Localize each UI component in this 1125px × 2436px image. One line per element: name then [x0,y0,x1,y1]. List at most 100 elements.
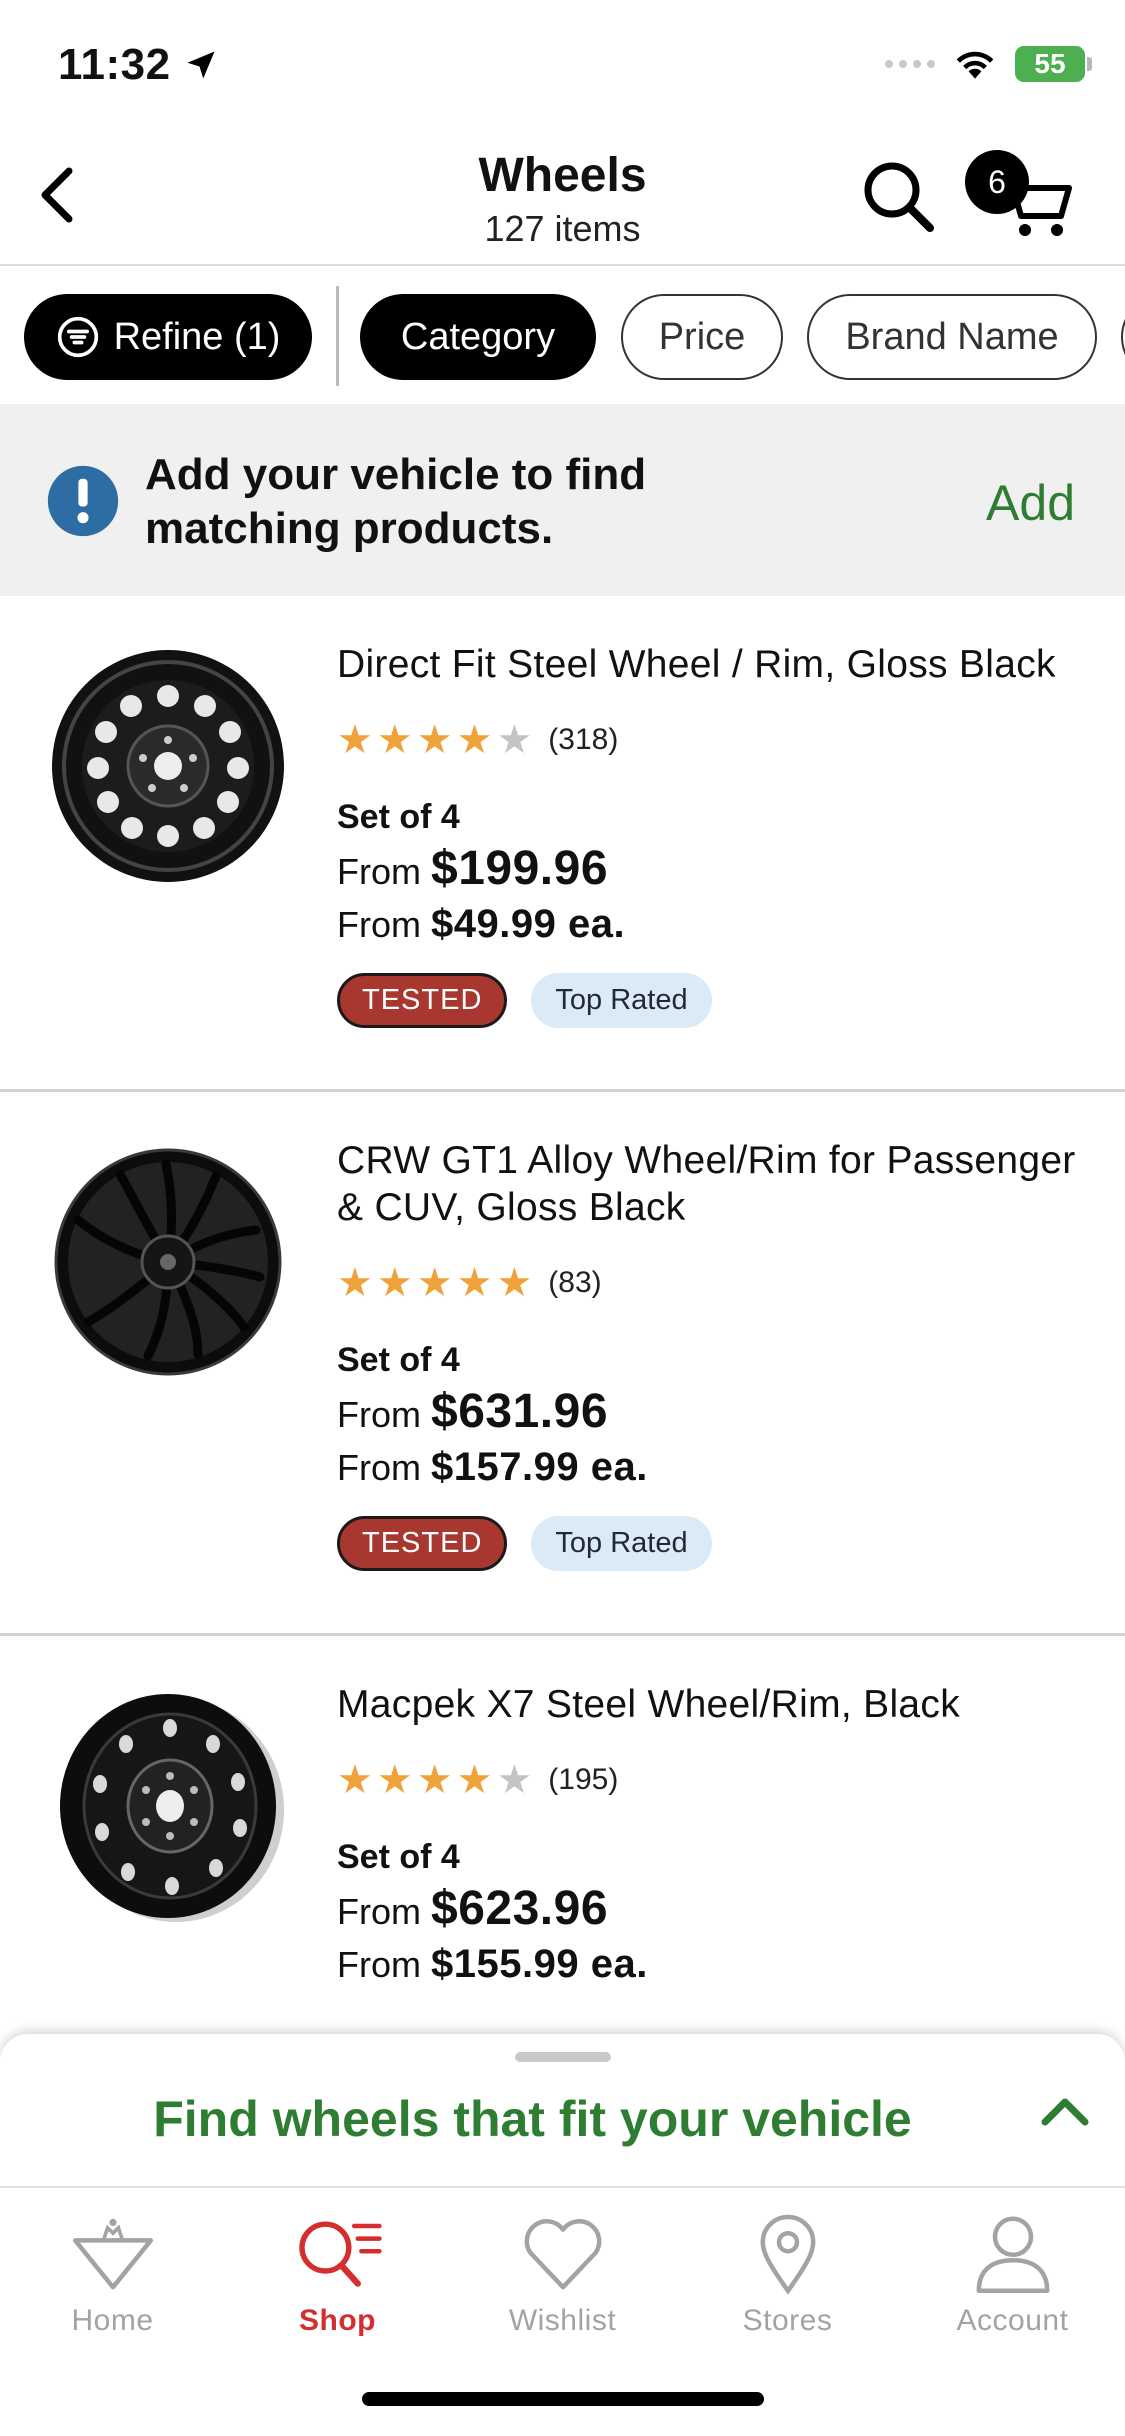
search-icon [864,162,934,232]
star-icon: ★ [376,1261,413,1305]
product-info: CRW GT1 Alloy Wheel/Rim for Passenger & … [337,1137,1087,1571]
brand-name-chip[interactable]: Brand Name [807,294,1097,380]
product-card[interactable]: Direct Fit Steel Wheel / Rim, Gloss Blac… [0,596,1125,1092]
category-chip[interactable]: Category [360,294,596,380]
review-count: (318) [548,723,619,756]
refine-chip[interactable]: Refine (1) [24,294,312,380]
star-icon: ★ [337,718,373,762]
set-price: $631.96 [431,1385,609,1438]
top-rated-badge: Top Rated [531,973,712,1028]
star-icon: ★ [416,1758,453,1802]
banner-message: Add your vehicle to find matching produc… [145,450,647,553]
location-arrow-icon [187,51,215,79]
price-chip-label: Price [658,315,746,358]
search-button[interactable] [858,156,938,236]
item-count: 127 items [484,208,641,249]
filter-bar: Refine (1) Category Price Brand Name [0,268,1125,404]
heart-icon [524,2219,601,2290]
star-rating: ★ ★ ★ ★ ★ (318) [337,718,1087,762]
filter-divider [336,286,339,386]
star-icon: ★ [416,718,453,762]
from-label: From [337,1394,421,1435]
refine-chip-label: Refine (1) [113,315,281,358]
cart-count-badge: 6 [965,150,1029,214]
fitment-drawer[interactable]: Find wheels that fit your vehicle [0,2034,1125,2188]
star-icon: ★ [496,718,533,762]
star-rating: ★ ★ ★ ★ ★ (83) [337,1261,1087,1305]
product-name[interactable]: Macpek X7 Steel Wheel/Rim, Black [337,1681,1087,1728]
drawer-title: Find wheels that fit your vehicle [153,2091,912,2147]
tab-home[interactable]: Home [0,2208,225,2358]
product-name[interactable]: Direct Fit Steel Wheel / Rim, Gloss Blac… [337,641,1087,688]
wifi-icon [956,51,994,79]
account-icon [976,2216,1049,2294]
star-icon: ★ [456,718,493,762]
star-rating: ★ ★ ★ ★ ★ (195) [337,1758,1087,1802]
set-price: $623.96 [431,1882,609,1935]
tab-label: Account [956,2304,1069,2337]
product-info: Direct Fit Steel Wheel / Rim, Gloss Blac… [337,641,1087,1028]
set-price-line: From $631.96 [337,1384,1087,1439]
cart-button[interactable]: 6 [965,150,1075,240]
star-icon: ★ [376,718,413,762]
status-time: 11:32 [58,40,219,90]
page-title: Wheels [478,149,647,202]
add-vehicle-button[interactable]: Add [986,474,1075,532]
top-rated-badge: Top Rated [531,1516,712,1571]
each-price: $49.99 ea. [431,902,626,946]
review-count: (83) [548,1266,602,1299]
home-indicator [362,2392,764,2406]
status-bar: 11:32 55 [0,0,1125,130]
each-price: $155.99 ea. [431,1942,648,1986]
shop-icon [298,2221,382,2287]
tab-account[interactable]: Account [900,2208,1125,2358]
each-price-line: From $155.99 ea. [337,1942,1087,1987]
review-count: (195) [548,1763,619,1796]
badges: TESTED Top Rated [337,973,1087,1028]
set-label: Set of 4 [337,1838,460,1876]
drawer-handle[interactable] [515,2052,611,2062]
star-icon: ★ [337,1261,373,1305]
price-chip[interactable]: Price [621,294,783,380]
alloy-wheel-image [54,1148,282,1376]
cellular-signal-icon [885,60,935,68]
set-price: $199.96 [431,842,609,895]
chevron-up-icon[interactable] [1035,2082,1095,2142]
star-icon: ★ [376,1758,413,1802]
product-name[interactable]: CRW GT1 Alloy Wheel/Rim for Passenger & … [337,1137,1087,1231]
category-chip-label: Category [400,315,556,358]
more-filter-chip[interactable] [1121,294,1125,380]
from-label: From [337,1447,421,1488]
sliders-icon [57,316,98,358]
add-vehicle-banner: Add your vehicle to find matching produc… [0,404,1125,596]
set-label: Set of 4 [337,798,460,836]
tab-wishlist[interactable]: Wishlist [450,2208,675,2358]
product-card[interactable]: CRW GT1 Alloy Wheel/Rim for Passenger & … [0,1092,1125,1636]
steel-wheel-image [60,1694,284,1922]
star-icon: ★ [496,1758,533,1802]
battery-level: 55 [1034,48,1066,79]
badges: TESTED Top Rated [337,1516,1087,1571]
location-pin-icon [760,2214,815,2295]
tab-shop[interactable]: Shop [225,2208,450,2358]
star-icon: ★ [416,1261,453,1305]
each-price-line: From $157.99 ea. [337,1445,1087,1490]
tab-label: Stores [742,2304,833,2337]
star-icon: ★ [456,1261,493,1305]
each-price: $157.99 ea. [431,1445,648,1489]
page-header: Wheels 127 items 6 [0,130,1125,266]
tab-label: Wishlist [508,2304,617,2337]
each-price-line: From $49.99 ea. [337,902,1087,947]
product-info: Macpek X7 Steel Wheel/Rim, Black ★ ★ ★ ★ ★ (… [337,1681,1087,1987]
tab-stores[interactable]: Stores [675,2208,900,2358]
clock-text: 11:32 [58,40,171,89]
tab-label: Shop [299,2304,376,2337]
home-icon [72,2218,153,2290]
tested-badge: TESTED [337,973,508,1028]
star-icon: ★ [456,1758,493,1802]
from-label: From [337,904,421,945]
info-icon [47,465,119,537]
star-icon: ★ [496,1261,533,1305]
steel-wheel-image [52,650,284,882]
set-label: Set of 4 [337,1341,460,1379]
